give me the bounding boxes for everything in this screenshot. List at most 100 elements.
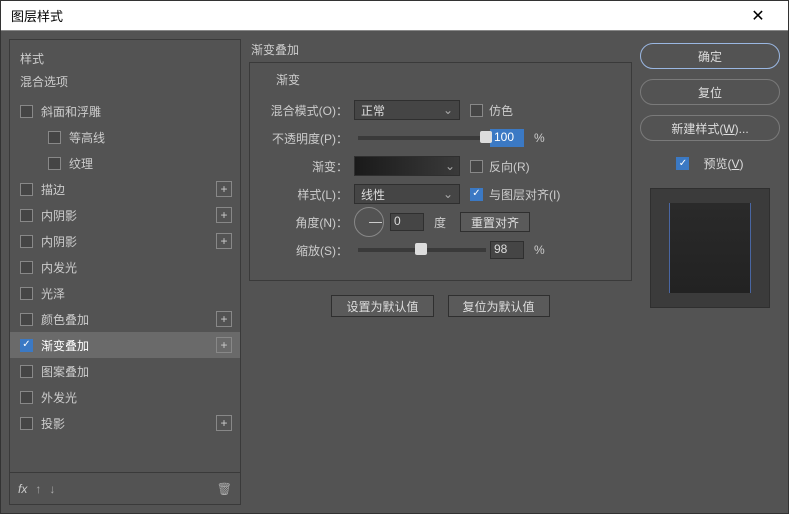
- checkbox-icon[interactable]: [20, 417, 33, 430]
- preview-swatch: [650, 188, 770, 308]
- chevron-down-icon: ⌄: [443, 187, 453, 201]
- style-dropdown[interactable]: 线性 ⌄: [354, 184, 460, 204]
- blend-mode-value: 正常: [361, 102, 385, 119]
- style-item[interactable]: 斜面和浮雕: [10, 98, 240, 124]
- arrow-down-icon[interactable]: ↓: [49, 482, 55, 496]
- checkbox-icon[interactable]: [20, 313, 33, 326]
- styles-panel: 样式 混合选项 斜面和浮雕等高线纹理描边+内阴影+内阴影+内发光光泽颜色叠加+渐…: [9, 39, 241, 505]
- opacity-input[interactable]: 100: [490, 129, 524, 147]
- checkbox-checked-icon: [470, 188, 483, 201]
- chevron-down-icon: ⌄: [445, 159, 455, 173]
- angle-input[interactable]: 0: [390, 213, 424, 231]
- checkbox-icon[interactable]: [20, 365, 33, 378]
- style-item-label: 内阴影: [41, 233, 212, 250]
- blend-mode-dropdown[interactable]: 正常 ⌄: [354, 100, 460, 120]
- checkbox-icon[interactable]: [20, 287, 33, 300]
- arrow-up-icon[interactable]: ↑: [35, 482, 41, 496]
- style-item-label: 纹理: [69, 155, 232, 172]
- gradient-group: 渐变 混合模式(O)： 正常 ⌄ 仿色 不透明度(P)：: [249, 62, 632, 281]
- style-item[interactable]: 颜色叠加+: [10, 306, 240, 332]
- reset-align-button[interactable]: 重置对齐: [460, 212, 530, 232]
- dither-checkbox[interactable]: 仿色: [470, 102, 513, 119]
- style-item[interactable]: 投影+: [10, 410, 240, 436]
- plus-icon[interactable]: +: [216, 181, 232, 197]
- action-panel: 确定 复位 新建样式(W)... 预览(V): [640, 39, 780, 505]
- opacity-label: 不透明度(P)：: [262, 130, 354, 147]
- style-item[interactable]: 内发光: [10, 254, 240, 280]
- blend-mode-label: 混合模式(O)：: [262, 102, 354, 119]
- style-label: 样式(L)：: [262, 186, 354, 203]
- section-title: 渐变叠加: [249, 39, 632, 62]
- plus-icon[interactable]: +: [216, 311, 232, 327]
- checkbox-icon[interactable]: [48, 131, 61, 144]
- plus-icon[interactable]: +: [216, 337, 232, 353]
- checkbox-icon[interactable]: [20, 261, 33, 274]
- angle-unit: 度: [434, 214, 446, 231]
- plus-icon[interactable]: +: [216, 207, 232, 223]
- scale-input[interactable]: 98: [490, 241, 524, 259]
- new-style-button[interactable]: 新建样式(W)...: [640, 115, 780, 141]
- style-item[interactable]: 渐变叠加+: [10, 332, 240, 358]
- blend-options-header[interactable]: 混合选项: [10, 73, 240, 98]
- plus-icon[interactable]: +: [216, 233, 232, 249]
- checkbox-icon: [470, 104, 483, 117]
- style-item[interactable]: 等高线: [10, 124, 240, 150]
- set-default-button[interactable]: 设置为默认值: [331, 295, 433, 317]
- checkbox-icon: [470, 160, 483, 173]
- window-title: 图层样式: [11, 6, 738, 25]
- gradient-picker[interactable]: ⌄: [354, 156, 460, 176]
- cancel-button[interactable]: 复位: [640, 79, 780, 105]
- preview-inner: [669, 203, 751, 293]
- preview-label: 预览(V): [703, 155, 743, 172]
- gradient-label: 渐变：: [262, 158, 354, 175]
- style-item[interactable]: 内阴影+: [10, 228, 240, 254]
- style-item-label: 图案叠加: [41, 363, 232, 380]
- align-label: 与图层对齐(I): [489, 186, 560, 203]
- checkbox-icon[interactable]: [48, 157, 61, 170]
- scale-label: 缩放(S)：: [262, 242, 354, 259]
- reverse-checkbox[interactable]: 反向(R): [470, 158, 530, 175]
- style-item[interactable]: 描边+: [10, 176, 240, 202]
- fx-icon[interactable]: fx: [18, 482, 27, 496]
- checkbox-checked-icon[interactable]: [20, 339, 33, 352]
- style-item-label: 投影: [41, 415, 212, 432]
- align-checkbox[interactable]: 与图层对齐(I): [470, 186, 560, 203]
- close-icon[interactable]: ✕: [738, 1, 778, 30]
- style-item[interactable]: 纹理: [10, 150, 240, 176]
- angle-dial[interactable]: [354, 207, 384, 237]
- plus-icon[interactable]: +: [216, 415, 232, 431]
- checkbox-icon[interactable]: [20, 183, 33, 196]
- style-item-label: 外发光: [41, 389, 232, 406]
- checkbox-icon[interactable]: [20, 391, 33, 404]
- angle-label: 角度(N)：: [262, 214, 354, 231]
- opacity-unit: %: [534, 131, 545, 145]
- ok-button[interactable]: 确定: [640, 43, 780, 69]
- scale-slider[interactable]: [358, 248, 486, 252]
- style-value: 线性: [361, 186, 385, 203]
- reset-default-button[interactable]: 复位为默认值: [448, 295, 550, 317]
- style-item[interactable]: 外发光: [10, 384, 240, 410]
- chevron-down-icon: ⌄: [443, 103, 453, 117]
- style-list: 斜面和浮雕等高线纹理描边+内阴影+内阴影+内发光光泽颜色叠加+渐变叠加+图案叠加…: [10, 98, 240, 472]
- opacity-slider[interactable]: [358, 136, 486, 140]
- style-item-label: 光泽: [41, 285, 232, 302]
- style-item-label: 描边: [41, 181, 212, 198]
- scale-unit: %: [534, 243, 545, 257]
- style-item-label: 渐变叠加: [41, 337, 212, 354]
- slider-thumb[interactable]: [480, 131, 492, 143]
- new-style-label: 新建样式(W)...: [671, 120, 748, 137]
- styles-footer: fx ↑ ↓ 🗑: [10, 472, 240, 504]
- slider-thumb[interactable]: [415, 243, 427, 255]
- options-panel: 渐变叠加 渐变 混合模式(O)： 正常 ⌄ 仿色 不透明度(P)：: [249, 39, 632, 505]
- styles-header: 样式: [10, 40, 240, 73]
- trash-icon[interactable]: 🗑: [217, 482, 232, 496]
- reverse-label: 反向(R): [489, 158, 530, 175]
- preview-checkbox[interactable]: 预览(V): [640, 155, 780, 172]
- style-item[interactable]: 光泽: [10, 280, 240, 306]
- style-item-label: 内阴影: [41, 207, 212, 224]
- checkbox-icon[interactable]: [20, 209, 33, 222]
- checkbox-icon[interactable]: [20, 235, 33, 248]
- style-item[interactable]: 内阴影+: [10, 202, 240, 228]
- checkbox-icon[interactable]: [20, 105, 33, 118]
- style-item[interactable]: 图案叠加: [10, 358, 240, 384]
